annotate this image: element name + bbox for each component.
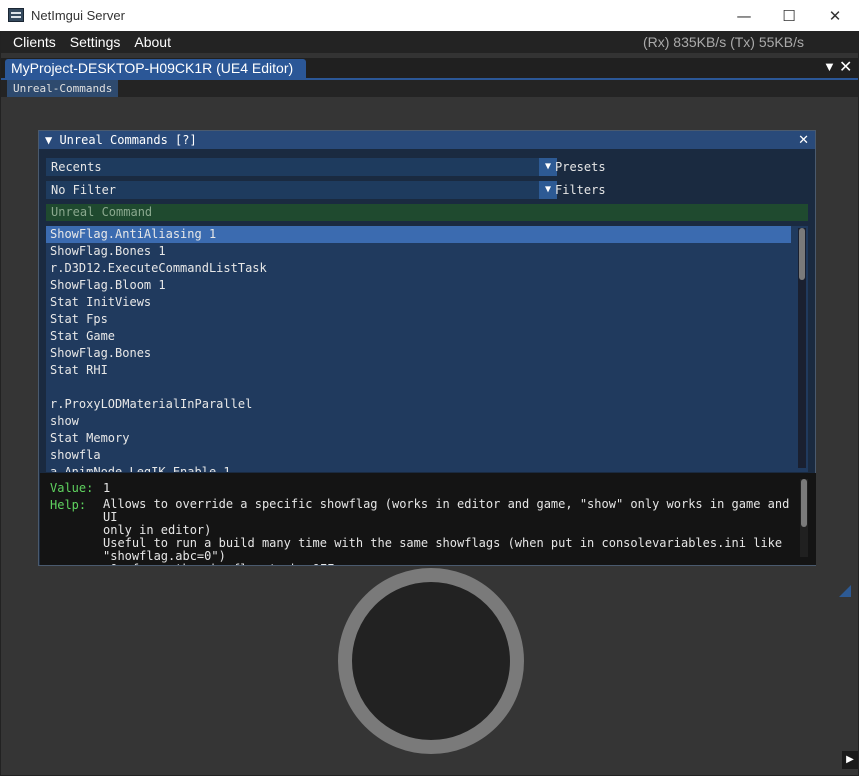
close-window-button[interactable]: ✕ — [812, 0, 858, 31]
list-item[interactable]: r.ProxyLODMaterialInParallel — [46, 396, 791, 413]
client-tab-bar: MyProject-DESKTOP-H09CK1R (UE4 Editor) ▼… — [1, 58, 858, 78]
filters-label: Filters — [555, 183, 606, 197]
list-item[interactable]: Stat InitViews — [46, 294, 791, 311]
tab-list-arrow-icon[interactable]: ▼ — [823, 59, 836, 74]
help-text: Allows to override a specific showflag (… — [103, 497, 790, 566]
list-item[interactable]: a.AnimNode.LegIK.Enable 1 — [46, 464, 791, 472]
client-content: ▼ Unreal Commands [?] ✕ Recents ▼ Preset… — [1, 97, 858, 775]
command-details: Value: 1 Help: Allows to override a spec… — [40, 473, 816, 565]
presets-label: Presets — [555, 160, 606, 174]
menu-clients[interactable]: Clients — [1, 34, 63, 50]
app-area: Clients Settings About (Rx) 835KB/s (Tx)… — [0, 31, 859, 776]
list-item[interactable]: Stat Game — [46, 328, 791, 345]
network-stats: (Rx) 835KB/s (Tx) 55KB/s — [642, 34, 804, 50]
value-text: 1 — [103, 481, 111, 495]
unreal-command-input[interactable]: Unreal Command — [46, 204, 808, 221]
command-list-scroll-thumb[interactable] — [799, 228, 805, 280]
help-label: Help: — [50, 498, 87, 512]
list-item[interactable]: Stat Fps — [46, 311, 791, 328]
command-list: ShowFlag.AntiAliasing 1 ShowFlag.Bones 1… — [46, 226, 808, 472]
tab-unreal-commands[interactable]: Unreal-Commands — [7, 80, 119, 97]
window-titlebar: NetImgui Server — ☐ ✕ — [0, 0, 859, 31]
resize-grip-icon[interactable] — [839, 585, 851, 597]
list-item[interactable]: ShowFlag.Bones 1 — [46, 243, 791, 260]
list-item[interactable]: showfla — [46, 447, 791, 464]
list-item[interactable]: ShowFlag.Bones — [46, 345, 791, 362]
play-icon[interactable]: ▶ — [842, 751, 858, 769]
presets-combo-value: Recents — [51, 160, 102, 174]
list-item[interactable]: Stat RHI — [46, 362, 791, 379]
value-label: Value: — [50, 481, 94, 495]
list-item[interactable] — [46, 379, 791, 396]
menu-bar: Clients Settings About (Rx) 835KB/s (Tx)… — [1, 31, 858, 53]
close-tab-icon[interactable]: ✕ — [839, 57, 852, 77]
menu-settings[interactable]: Settings — [63, 34, 128, 50]
list-item[interactable]: ShowFlag.Bloom 1 — [46, 277, 791, 294]
close-icon[interactable]: ✕ — [798, 131, 809, 149]
window-title: NetImgui Server — [31, 8, 125, 23]
app-icon — [8, 8, 24, 22]
unreal-commands-title[interactable]: ▼ Unreal Commands [?] — [39, 131, 815, 149]
logo-ring — [338, 568, 524, 754]
details-scroll-thumb[interactable] — [801, 479, 807, 527]
command-list-scrollbar[interactable] — [798, 228, 806, 468]
details-scrollbar[interactable] — [800, 479, 808, 557]
unreal-commands-window: ▼ Unreal Commands [?] ✕ Recents ▼ Preset… — [38, 130, 851, 597]
list-item[interactable]: ShowFlag.AntiAliasing 1 — [46, 226, 791, 243]
filters-combo-value: No Filter — [51, 183, 117, 197]
filters-combo[interactable]: No Filter ▼ — [46, 181, 557, 199]
minimize-button[interactable]: — — [721, 0, 767, 31]
list-item[interactable]: Stat Memory — [46, 430, 791, 447]
menu-about[interactable]: About — [127, 34, 178, 50]
maximize-button[interactable]: ☐ — [766, 0, 812, 31]
client-tab[interactable]: MyProject-DESKTOP-H09CK1R (UE4 Editor) — [5, 59, 306, 78]
sub-tab-bar: Unreal-Commands — [1, 80, 858, 97]
list-item[interactable]: show — [46, 413, 791, 430]
presets-combo[interactable]: Recents ▼ — [46, 158, 557, 176]
list-item[interactable]: r.D3D12.ExecuteCommandListTask — [46, 260, 791, 277]
